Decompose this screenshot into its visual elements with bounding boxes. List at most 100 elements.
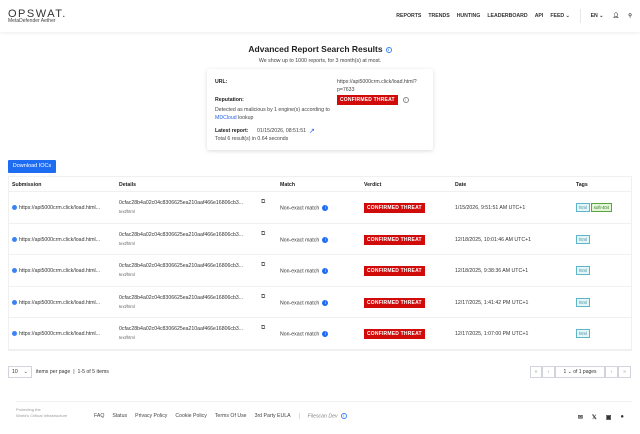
x-icon[interactable]: 𝕏 (592, 414, 597, 421)
tag-badge[interactable]: soft-404 (590, 203, 613, 212)
page-title-text: Advanced Report Search Results (248, 44, 383, 54)
user-icon[interactable]: 👤︎ (613, 13, 620, 19)
col-tags[interactable]: Tags (576, 182, 588, 188)
product-name: MetaDefender Aether (8, 18, 56, 24)
hash-value[interactable]: 0cfac28b4a02c04c8306625ea210aaf466e16806… (119, 200, 243, 206)
range-label: 1-5 of 5 items (77, 369, 109, 375)
hash-value[interactable]: 0cfac28b4a02c04c8306625ea210aaf466e16806… (119, 263, 243, 269)
mime-type: text/html (119, 335, 135, 340)
table-row[interactable]: https://api5000crm.click/load.html... 0c… (9, 287, 631, 318)
tag-badge[interactable]: html (576, 266, 590, 275)
footer-terms[interactable]: Terms Of Use (215, 413, 247, 419)
footer-faq[interactable]: FAQ (94, 413, 104, 419)
hash-value[interactable]: 0cfac28b4a02c04c8306625ea210aaf466e16806… (119, 232, 243, 238)
match-label: Non-exact match (280, 268, 320, 275)
top-header: OPSWAT. MetaDefender Aether REPORTS TREN… (0, 0, 640, 32)
submission-link[interactable]: https://api5000crm.click/load.html... (12, 300, 100, 306)
date-value: 12/18/2025, 9:38:36 AM UTC+1 (455, 268, 529, 274)
language-select[interactable]: EN ⌄ (591, 13, 604, 19)
detection-to: to (325, 107, 330, 113)
submission-link[interactable]: https://api5000crm.click/load.html... (12, 331, 100, 337)
col-match[interactable]: Match (280, 182, 295, 188)
nav-trends[interactable]: TRENDS (428, 13, 449, 19)
date-value: 12/17/2025, 1:41:42 PM UTC+1 (455, 299, 529, 306)
nav-reports[interactable]: REPORTS (396, 13, 421, 19)
footer-tagline: Protecting the World's Critical Infrastru… (16, 407, 67, 419)
nav-hunting[interactable]: HUNTING (457, 13, 481, 19)
submission-link[interactable]: https://api5000crm.click/load.html... (12, 205, 100, 211)
match-label: Non-exact match (280, 331, 320, 338)
match-label: Non-exact match (280, 299, 320, 306)
summary-card: URL: https://api5000crm.click/load.html?… (207, 69, 433, 150)
tag-badge[interactable]: html (576, 329, 590, 338)
url-line: p=7633 (337, 87, 355, 93)
filescan-dev[interactable]: Filescan Dev i (298, 413, 347, 420)
info-icon[interactable]: i (322, 331, 329, 337)
info-icon[interactable]: i (322, 205, 329, 211)
info-icon[interactable]: i (322, 268, 329, 274)
page-select[interactable]: 1 ⌄ of 1 pages (555, 366, 605, 378)
submission-link[interactable]: https://api5000crm.click/load.html... (12, 237, 100, 243)
copy-icon[interactable]: ⧉ (261, 294, 265, 301)
table-row[interactable]: https://api5000crm.click/load.html... 0c… (9, 224, 631, 255)
tag-badge[interactable]: html (576, 297, 590, 307)
info-icon[interactable]: i (402, 96, 409, 103)
mail-icon[interactable]: ✉ (578, 414, 583, 421)
last-page-button[interactable]: » (618, 366, 631, 378)
external-link-icon[interactable]: ↗ (309, 127, 315, 135)
latest-report-label: Latest report: (215, 128, 249, 134)
mdcloud-link[interactable]: MDCloud (215, 115, 237, 121)
col-date[interactable]: Date (455, 182, 466, 188)
globe-icon (12, 236, 17, 242)
hash-value[interactable]: 0cfac28b4a02c04c8306625ea210aaf466e16806… (119, 295, 243, 301)
tags-cell: html soft-404 (576, 203, 613, 212)
footer-privacy[interactable]: Privacy Policy (135, 413, 167, 419)
per-page-select[interactable]: 10 ⌄ (8, 366, 32, 378)
prev-page-button[interactable]: ‹ (542, 366, 555, 378)
info-icon[interactable]: i (322, 299, 329, 306)
next-page-button[interactable]: › (605, 366, 618, 378)
search-icon[interactable]: ⚲ (628, 13, 632, 19)
info-icon[interactable]: i (322, 236, 329, 243)
chevron-down-icon: ⌄ (23, 369, 28, 375)
page-value: 1 (563, 369, 567, 375)
submission-url: https://api5000crm.click/load.html... (19, 331, 101, 337)
nav-leaderboard[interactable]: LEADERBOARD (487, 13, 527, 19)
mime-type: text/html (119, 209, 135, 214)
info-icon[interactable]: i (385, 46, 392, 53)
first-page-button[interactable]: « (530, 366, 542, 378)
mime-type: text/html (119, 240, 135, 246)
main-nav: REPORTS TRENDS HUNTING LEADERBOARD API F… (396, 13, 570, 19)
globe-icon (12, 205, 17, 211)
github-icon[interactable]: ● (620, 414, 624, 421)
copy-icon[interactable]: ⧉ (261, 231, 265, 238)
linkedin-icon[interactable]: ▣ (606, 414, 612, 421)
tag-badge[interactable]: html (576, 203, 590, 212)
footer-cookie[interactable]: Cookie Policy (175, 413, 206, 419)
col-submission[interactable]: Submission (12, 182, 41, 188)
table-row[interactable]: https://api5000crm.click/load.html... 0c… (9, 318, 631, 350)
date-value: 12/17/2025, 1:07:00 PM UTC+1 (455, 331, 529, 337)
submission-url: https://api5000crm.click/load.html... (19, 205, 101, 211)
tag-badge[interactable]: html (576, 234, 590, 244)
col-verdict[interactable]: Verdict (364, 182, 381, 188)
match-type: Non-exact match i (280, 268, 329, 275)
copy-icon[interactable]: ⧉ (261, 325, 265, 332)
footer-eula[interactable]: 3rd Party EULA (255, 413, 291, 419)
copy-icon[interactable]: ⧉ (261, 199, 265, 206)
total-results: Total 6 result(s) in 0.64 seconds (215, 136, 289, 142)
nav-feed[interactable]: FEED ⌄ (550, 13, 570, 19)
hash-value[interactable]: 0cfac28b4a02c04c8306625ea210aaf466e16806… (119, 326, 243, 332)
verdict-badge: CONFIRMED THREAT (364, 234, 425, 245)
download-iocs-button[interactable]: Download IOCs (8, 160, 56, 173)
col-details[interactable]: Details (119, 182, 136, 188)
footer-status[interactable]: Status (112, 413, 127, 419)
submission-link[interactable]: https://api5000crm.click/load.html... (12, 268, 100, 274)
language-label: EN (590, 13, 598, 19)
tags-cell: html (576, 234, 591, 244)
table-row[interactable]: https://api5000crm.click/load.html... 0c… (9, 192, 631, 224)
nav-api[interactable]: API (535, 13, 544, 19)
table-row[interactable]: https://api5000crm.click/load.html... 0c… (9, 255, 631, 287)
copy-icon[interactable]: ⧉ (261, 262, 265, 269)
nav-feed-label: FEED (550, 13, 565, 19)
